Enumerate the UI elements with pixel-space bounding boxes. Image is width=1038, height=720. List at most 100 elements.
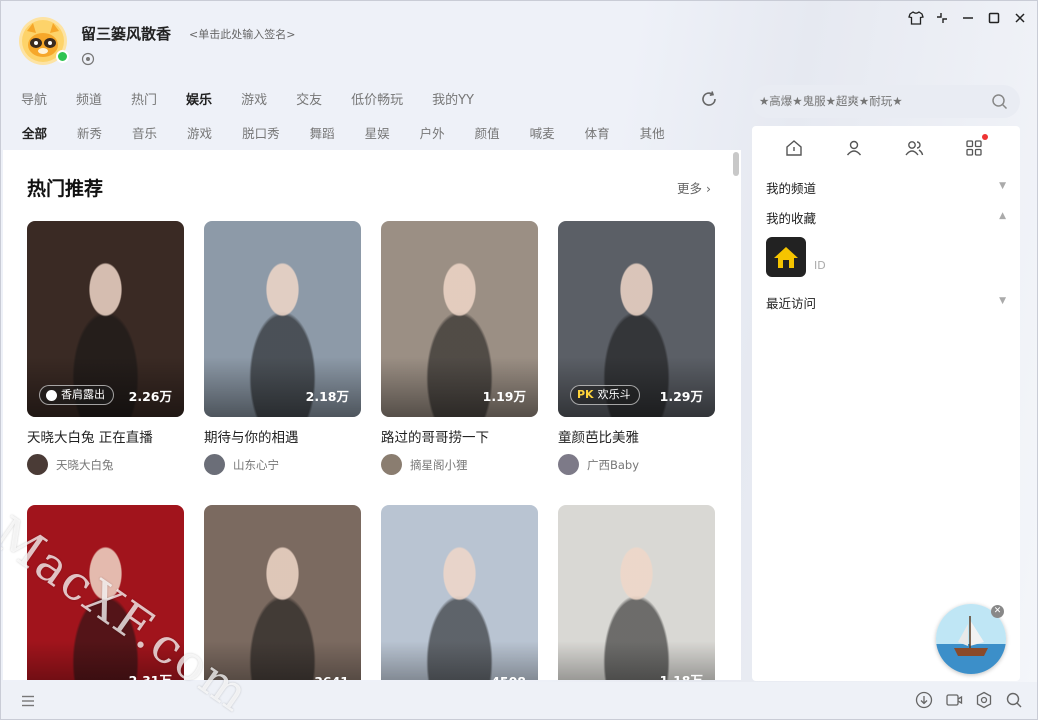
bottom-tool-icons: [915, 691, 1023, 709]
settings-hex-icon[interactable]: [975, 691, 993, 709]
subtab-shout[interactable]: 喊麦: [530, 125, 555, 143]
stream-thumbnail[interactable]: 香肩露出 2.26万: [27, 221, 184, 417]
scrollbar-thumb[interactable]: [733, 152, 739, 176]
main-tabs: 导航 频道 热门 娱乐 游戏 交友 低价畅玩 我的YY: [21, 87, 503, 113]
subtab-outdoor[interactable]: 户外: [420, 125, 445, 143]
section-title: 热门推荐: [27, 178, 104, 200]
person-icon[interactable]: [844, 138, 864, 158]
subtab-newcomer[interactable]: 新秀: [77, 125, 102, 143]
stream-card[interactable]: 香肩露出 2.26万 天晓大白兔 正在直播 天晓大白兔: [27, 221, 184, 475]
stream-card[interactable]: 2.18万 期待与你的相遇 山东心宁: [204, 221, 361, 475]
host-avatar: [381, 454, 402, 475]
search-icon[interactable]: [991, 93, 1008, 110]
viewer-count: 1.18万: [660, 670, 703, 680]
host-name: 天晓大白兔: [56, 457, 114, 472]
username[interactable]: 留三篓风散香: [81, 23, 171, 44]
chevron-down-icon: ▼: [999, 181, 1006, 191]
stream-card[interactable]: 2.31万: [27, 505, 184, 680]
subtab-looks[interactable]: 颜值: [475, 125, 500, 143]
chevron-up-icon: ▲: [999, 211, 1006, 221]
friends-icon[interactable]: [904, 138, 924, 158]
apps-grid-icon[interactable]: [964, 134, 988, 158]
tab-nav[interactable]: 导航: [21, 91, 47, 111]
stream-card[interactable]: 4508: [381, 505, 538, 680]
visibility-status-icon[interactable]: [81, 52, 95, 66]
subtab-talkshow[interactable]: 脱口秀: [242, 125, 280, 143]
refresh-icon[interactable]: [700, 90, 718, 108]
more-link[interactable]: 更多 ›: [677, 178, 711, 197]
host-avatar: [27, 454, 48, 475]
recent-visits-label: 最近访问: [766, 296, 817, 311]
host-avatar: [204, 454, 225, 475]
signature-input[interactable]: <单击此处输入签名>: [189, 26, 295, 42]
side-tab-icons: [784, 134, 988, 158]
subtab-all[interactable]: 全部: [22, 125, 47, 143]
side-panel: 我的频道 ▼ 我的收藏 ▲ ID 最近访问 ▼: [752, 126, 1020, 681]
user-avatar[interactable]: [19, 17, 69, 65]
stream-card[interactable]: PK 欢乐斗 1.29万 童颜芭比美雅 广西Baby: [558, 221, 715, 475]
subtab-game[interactable]: 游戏: [187, 125, 212, 143]
host-info[interactable]: 广西Baby: [558, 454, 715, 475]
tab-social[interactable]: 交友: [296, 91, 322, 111]
tab-my-yy[interactable]: 我的YY: [432, 91, 474, 111]
stream-title[interactable]: 天晓大白兔 正在直播: [27, 426, 184, 446]
stream-title[interactable]: 路过的哥哥捞一下: [381, 426, 538, 446]
video-icon[interactable]: [945, 691, 963, 709]
subtab-other[interactable]: 其他: [640, 125, 665, 143]
stream-thumbnail[interactable]: 1.18万: [558, 505, 715, 680]
viewer-count: 1.29万: [659, 389, 703, 404]
tag-icon: [46, 389, 57, 401]
skin-icon[interactable]: [905, 7, 927, 29]
close-icon[interactable]: [1009, 7, 1031, 29]
tab-games[interactable]: 游戏: [241, 91, 267, 111]
tag-label: 欢乐斗: [597, 388, 631, 401]
tab-channel[interactable]: 频道: [76, 91, 102, 111]
my-channels-label: 我的频道: [766, 181, 817, 196]
close-promo-icon[interactable]: ✕: [991, 605, 1004, 618]
restore-icon[interactable]: [931, 7, 953, 29]
subtab-star[interactable]: 星娱: [365, 125, 390, 143]
favorite-channel-id: ID: [814, 259, 826, 272]
recent-visits-row[interactable]: 最近访问 ▼: [766, 293, 1006, 312]
stream-thumbnail[interactable]: 2.31万: [27, 505, 184, 680]
search-icon[interactable]: [1005, 691, 1023, 709]
search-input[interactable]: [759, 91, 979, 111]
viewer-count: 2.26万: [128, 389, 172, 404]
subtab-music[interactable]: 音乐: [132, 125, 157, 143]
stream-thumbnail[interactable]: 4508: [381, 505, 538, 680]
minimize-icon[interactable]: [957, 7, 979, 29]
window-controls: [905, 7, 1031, 29]
stream-thumbnail[interactable]: 3641: [204, 505, 361, 680]
stream-title[interactable]: 期待与你的相遇: [204, 426, 361, 446]
stream-title[interactable]: 童颜芭比美雅: [558, 426, 715, 446]
tab-hot[interactable]: 热门: [131, 91, 157, 111]
download-icon[interactable]: [915, 691, 933, 709]
search-box[interactable]: [752, 85, 1020, 118]
bottom-bar: [1, 682, 1037, 719]
host-info[interactable]: 山东心宁: [204, 454, 361, 475]
tab-entertainment[interactable]: 娱乐: [174, 87, 212, 113]
favorite-channel-icon[interactable]: [766, 237, 806, 277]
menu-icon[interactable]: [20, 693, 36, 709]
my-favorites-row[interactable]: 我的收藏 ▲: [766, 208, 1006, 227]
stream-card[interactable]: 1.18万: [558, 505, 715, 680]
stream-card[interactable]: 1.19万 路过的哥哥捞一下 摘星阁小狸: [381, 221, 538, 475]
maximize-icon[interactable]: [983, 7, 1005, 29]
viewer-count: 3641: [314, 674, 349, 680]
stream-thumbnail[interactable]: 1.19万: [381, 221, 538, 417]
subtab-sports[interactable]: 体育: [585, 125, 610, 143]
my-channels-row[interactable]: 我的频道 ▼: [766, 178, 1006, 197]
subtab-dance[interactable]: 舞蹈: [310, 125, 335, 143]
stream-thumbnail[interactable]: 2.18万: [204, 221, 361, 417]
host-info[interactable]: 天晓大白兔: [27, 454, 184, 475]
stream-card[interactable]: 3641: [204, 505, 361, 680]
stream-tag: 香肩露出: [39, 385, 114, 405]
tab-cheap-play[interactable]: 低价畅玩: [351, 91, 403, 111]
host-info[interactable]: 摘星阁小狸: [381, 454, 538, 475]
home-channel-icon[interactable]: [784, 138, 804, 158]
sub-tabs: 全部 新秀 音乐 游戏 脱口秀 舞蹈 星娱 户外 颜值 喊麦 体育 其他: [22, 125, 695, 143]
viewer-count: 4508: [491, 674, 526, 680]
stream-thumbnail[interactable]: PK 欢乐斗 1.29万: [558, 221, 715, 417]
chevron-down-icon: ▼: [999, 296, 1006, 306]
host-name: 摘星阁小狸: [410, 457, 468, 472]
